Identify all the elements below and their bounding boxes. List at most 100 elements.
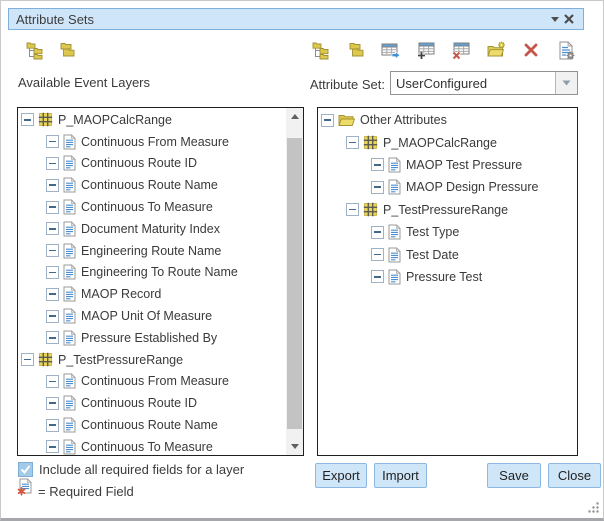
folders-button[interactable] — [346, 40, 366, 60]
tree-item-maop-design-pressure[interactable]: MAOP Design Pressure — [318, 176, 577, 198]
tree-item-label: Continuous To Measure — [81, 200, 213, 214]
tree-item-pressure-test[interactable]: Pressure Test — [318, 266, 577, 288]
tree-item-maop-unit-of-measure[interactable]: MAOP Unit Of Measure — [18, 305, 286, 327]
scroll-up-button[interactable] — [286, 108, 303, 125]
field-icon — [388, 157, 401, 173]
tree-item-engineering-route-name[interactable]: Engineering Route Name — [18, 240, 286, 262]
collapse-expander-icon[interactable] — [321, 114, 334, 127]
close-button[interactable] — [562, 11, 576, 27]
tree-item-continuous-from-measure[interactable]: Continuous From Measure — [18, 131, 286, 153]
collapse-expander-icon[interactable] — [46, 266, 59, 279]
tree-item-continuous-to-measure[interactable]: Continuous To Measure — [18, 436, 286, 456]
toolbar-right — [311, 40, 576, 60]
collapse-expander-icon[interactable] — [346, 136, 359, 149]
save-button[interactable]: Save — [487, 463, 541, 488]
tree-item-label: Other Attributes — [360, 113, 447, 127]
collapse-expander-icon[interactable] — [46, 397, 59, 410]
collapse-expander-icon[interactable] — [46, 331, 59, 344]
tree-item-other-attributes[interactable]: Other Attributes — [318, 109, 577, 131]
check-icon — [20, 465, 31, 474]
tree-item-continuous-from-measure[interactable]: Continuous From Measure — [18, 371, 286, 393]
chevron-down-icon — [562, 80, 571, 86]
tree-item-continuous-route-name[interactable]: Continuous Route Name — [18, 174, 286, 196]
collapse-expander-icon[interactable] — [46, 135, 59, 148]
collapse-expander-icon[interactable] — [46, 375, 59, 388]
resize-grip[interactable] — [587, 501, 600, 514]
include-required-fields-label: Include all required fields for a layer — [39, 462, 244, 477]
tree-item-label: P_TestPressureRange — [383, 203, 508, 217]
tree-item-maop-record[interactable]: MAOP Record — [18, 283, 286, 305]
tree-item-document-maturity-index[interactable]: Document Maturity Index — [18, 218, 286, 240]
collapse-expander-icon[interactable] — [371, 181, 384, 194]
tree-item-label: Continuous Route Name — [81, 418, 218, 432]
collapse-button[interactable] — [548, 11, 562, 27]
collapse-expander-icon[interactable] — [21, 113, 34, 126]
tree-item-p-maopcalcrange[interactable]: P_MAOPCalcRange — [18, 109, 286, 131]
field-icon — [63, 155, 76, 171]
collapse-expander-icon[interactable] — [46, 419, 59, 432]
folder-tree-button[interactable] — [311, 40, 331, 60]
table-plus-button[interactable] — [416, 40, 436, 60]
event-layer-icon — [38, 352, 53, 367]
import-button[interactable]: Import — [374, 463, 427, 488]
vertical-scrollbar[interactable] — [286, 108, 303, 455]
tree-item-label: Continuous From Measure — [81, 135, 229, 149]
panel-title: Attribute Sets — [16, 12, 548, 27]
table-x-button[interactable] — [451, 40, 471, 60]
attribute-set-dropdown[interactable]: UserConfigured — [390, 71, 578, 95]
export-button[interactable]: Export — [315, 463, 367, 488]
collapse-expander-icon[interactable] — [371, 158, 384, 171]
tree-item-engineering-to-route-name[interactable]: Engineering To Route Name — [18, 262, 286, 284]
collapse-expander-icon[interactable] — [46, 157, 59, 170]
collapse-expander-icon[interactable] — [371, 248, 384, 261]
tree-item-continuous-to-measure[interactable]: Continuous To Measure — [18, 196, 286, 218]
resize-grip-icon — [587, 501, 600, 514]
collapse-expander-icon[interactable] — [371, 226, 384, 239]
collapse-expander-icon[interactable] — [21, 353, 34, 366]
titlebar[interactable]: Attribute Sets — [8, 8, 584, 30]
collapse-expander-icon[interactable] — [46, 179, 59, 192]
close-panel-button[interactable]: Close — [548, 463, 601, 488]
collapse-expander-icon[interactable] — [46, 440, 59, 453]
red-x-button[interactable] — [521, 40, 541, 60]
document-gear-button[interactable] — [556, 40, 576, 60]
field-icon — [63, 373, 76, 389]
collapse-arrow-icon — [551, 17, 559, 22]
tree-item-label: Engineering To Route Name — [81, 265, 238, 279]
tree-item-pressure-established-by[interactable]: Pressure Established By — [18, 327, 286, 349]
tree-item-p-testpressurerange[interactable]: P_TestPressureRange — [318, 199, 577, 221]
tree-item-test-type[interactable]: Test Type — [318, 221, 577, 243]
table-arrow-button[interactable] — [381, 40, 401, 60]
tree-item-continuous-route-id[interactable]: Continuous Route ID — [18, 392, 286, 414]
folder-gear-button[interactable] — [486, 40, 506, 60]
required-field-icon — [17, 478, 33, 496]
tree-item-p-testpressurerange[interactable]: P_TestPressureRange — [18, 349, 286, 371]
red-x-icon — [523, 42, 539, 58]
field-icon — [63, 199, 76, 215]
collapse-expander-icon[interactable] — [46, 288, 59, 301]
field-icon — [63, 395, 76, 411]
collapse-expander-icon[interactable] — [46, 310, 59, 323]
field-icon — [63, 308, 76, 324]
collapse-expander-icon[interactable] — [46, 244, 59, 257]
collapse-expander-icon[interactable] — [46, 222, 59, 235]
include-required-fields-checkbox[interactable] — [18, 462, 33, 477]
tree-item-maop-test-pressure[interactable]: MAOP Test Pressure — [318, 154, 577, 176]
scroll-down-button[interactable] — [286, 438, 303, 455]
collapse-expander-icon[interactable] — [346, 203, 359, 216]
folders-button[interactable] — [57, 40, 77, 60]
collapse-expander-icon[interactable] — [371, 270, 384, 283]
folder-open-icon — [338, 113, 355, 127]
field-icon — [388, 179, 401, 195]
attribute-set-label: Attribute Set: — [299, 77, 385, 92]
scroll-down-icon — [291, 444, 299, 449]
tree-item-continuous-route-id[interactable]: Continuous Route ID — [18, 153, 286, 175]
folder-tree-button[interactable] — [25, 40, 45, 60]
collapse-expander-icon[interactable] — [46, 201, 59, 214]
dropdown-arrow-button[interactable] — [555, 72, 577, 94]
scrollbar-thumb[interactable] — [287, 138, 302, 429]
attribute-set-tree: Other Attributes P_MAOPCalcRangeMAOP Test… — [318, 109, 577, 288]
tree-item-p-maopcalcrange[interactable]: P_MAOPCalcRange — [318, 131, 577, 153]
tree-item-test-date[interactable]: Test Date — [318, 243, 577, 265]
tree-item-continuous-route-name[interactable]: Continuous Route Name — [18, 414, 286, 436]
